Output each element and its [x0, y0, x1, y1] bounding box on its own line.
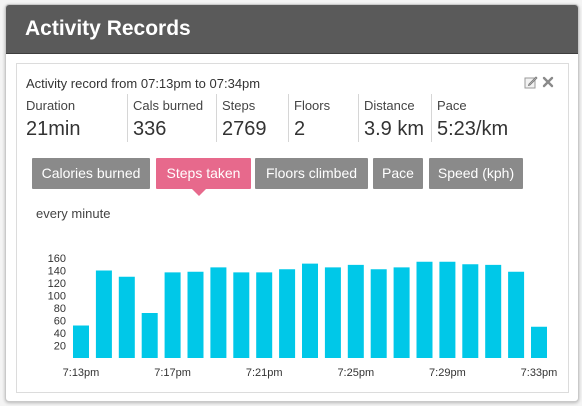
bar-7-33pm[interactable]: [531, 326, 547, 358]
activity-records-panel: Activity Records Activity record from 07…: [5, 4, 579, 402]
y-tick-label: 60: [54, 316, 66, 328]
bar-7-26pm[interactable]: [370, 269, 387, 358]
x-tick-label: 7:33pm: [521, 367, 558, 379]
bar-7-13pm[interactable]: [73, 325, 89, 359]
bar-7-15pm[interactable]: [118, 276, 135, 358]
y-tick-label: 160: [48, 253, 66, 265]
panel-title: Activity Records: [25, 17, 191, 40]
bar-7-17pm[interactable]: [164, 272, 181, 358]
x-tick-label: 7:13pm: [63, 367, 100, 379]
bar-7-32pm[interactable]: [508, 271, 525, 358]
bar-7-25pm[interactable]: [347, 264, 364, 358]
bar-7-14pm[interactable]: [95, 270, 112, 359]
bar-7-21pm[interactable]: [256, 272, 273, 358]
x-tick-label: 7:29pm: [429, 367, 466, 379]
bar-7-18pm[interactable]: [187, 271, 204, 358]
bar-7-24pm[interactable]: [324, 267, 341, 358]
panel-header: Activity Records: [6, 5, 578, 54]
bar-7-16pm[interactable]: [141, 313, 158, 358]
activity-record-card: Activity record from 07:13pm to 07:34pm …: [16, 63, 569, 393]
x-tick-label: 7:25pm: [337, 367, 374, 379]
bar-7-31pm[interactable]: [485, 264, 502, 358]
bar-7-29pm[interactable]: [439, 261, 456, 358]
steps-bar-chart: 20406080100120140160 7:13pm 7:17pm 7:21pm 7:…: [48, 253, 558, 379]
bar-7-20pm[interactable]: [233, 272, 250, 358]
y-tick-label: 120: [48, 278, 66, 290]
y-tick-label: 100: [48, 291, 66, 303]
bar-7-28pm[interactable]: [416, 261, 433, 358]
bar-7-27pm[interactable]: [393, 267, 410, 358]
x-tick-label: 7:21pm: [246, 367, 283, 379]
x-tick-label: 7:17pm: [154, 367, 191, 379]
bar-7-30pm[interactable]: [462, 264, 479, 358]
y-tick-label: 140: [48, 266, 66, 278]
bar-7-22pm[interactable]: [279, 269, 296, 358]
y-tick-label: 20: [54, 341, 66, 353]
y-tick-label: 40: [54, 328, 66, 340]
y-tick-label: 80: [54, 303, 66, 315]
bar-7-19pm[interactable]: [210, 267, 227, 358]
bar-7-23pm[interactable]: [302, 263, 318, 358]
